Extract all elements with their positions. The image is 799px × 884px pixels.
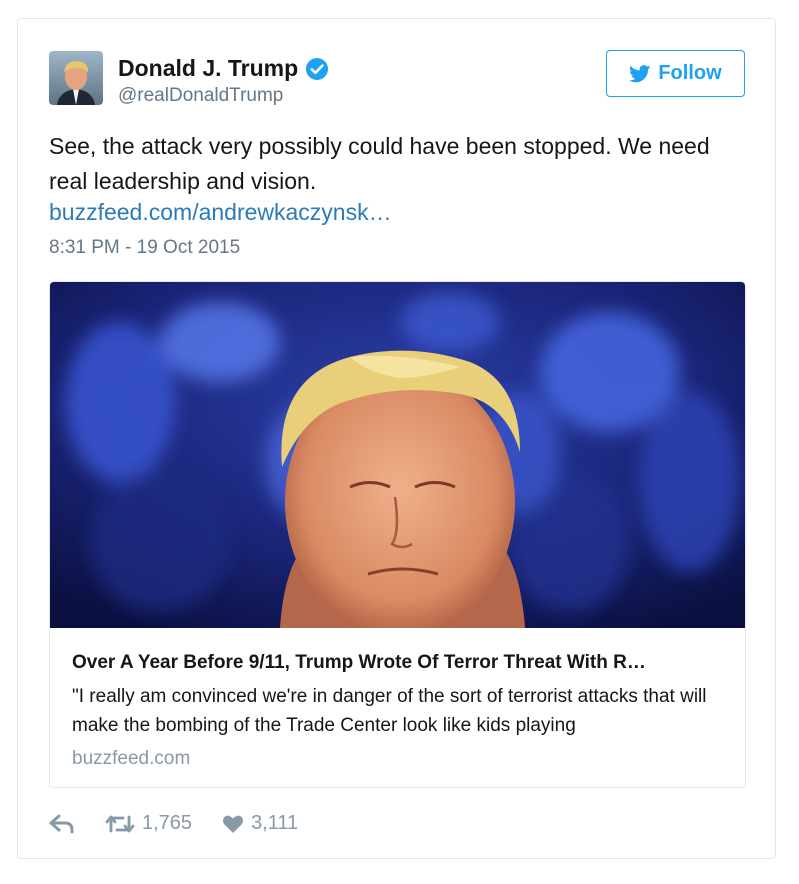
tweet-timestamp[interactable]: 8:31 PM - 19 Oct 2015 <box>49 237 240 259</box>
display-name-text[interactable]: Donald J. Trump <box>118 55 298 82</box>
follow-label: Follow <box>658 62 722 84</box>
like-button[interactable]: 3,111 <box>222 812 298 835</box>
embedded-tweet: Donald J. Trump @realDonaldTrump Follow … <box>17 18 776 859</box>
verified-badge-icon <box>306 57 329 80</box>
retweet-count: 1,765 <box>142 812 193 834</box>
card-image[interactable] <box>50 282 745 628</box>
reply-button[interactable] <box>49 814 75 834</box>
twitter-bird-icon <box>629 64 651 82</box>
display-name[interactable]: Donald J. Trump <box>118 55 329 82</box>
heart-icon <box>222 815 244 833</box>
follow-button[interactable]: Follow <box>606 50 745 97</box>
tweet-actions: 1,765 3,111 <box>49 812 328 835</box>
link-card[interactable]: Over A Year Before 9/11, Trump Wrote Of … <box>49 281 746 788</box>
avatar[interactable] <box>49 51 103 105</box>
tweet-text: See, the attack very possibly could have… <box>49 133 710 194</box>
user-handle[interactable]: @realDonaldTrump <box>118 85 283 107</box>
reply-icon <box>49 814 74 833</box>
card-description: "I really am convinced we're in danger o… <box>72 686 707 736</box>
retweet-button[interactable]: 1,765 <box>105 812 192 835</box>
card-domain: buzzfeed.com <box>72 748 191 769</box>
card-title[interactable]: Over A Year Before 9/11, Trump Wrote Of … <box>72 652 732 674</box>
tweet-link[interactable]: buzzfeed.com/andrewkaczynsk… <box>49 199 392 226</box>
like-count: 3,111 <box>251 812 299 834</box>
retweet-icon <box>105 815 135 832</box>
